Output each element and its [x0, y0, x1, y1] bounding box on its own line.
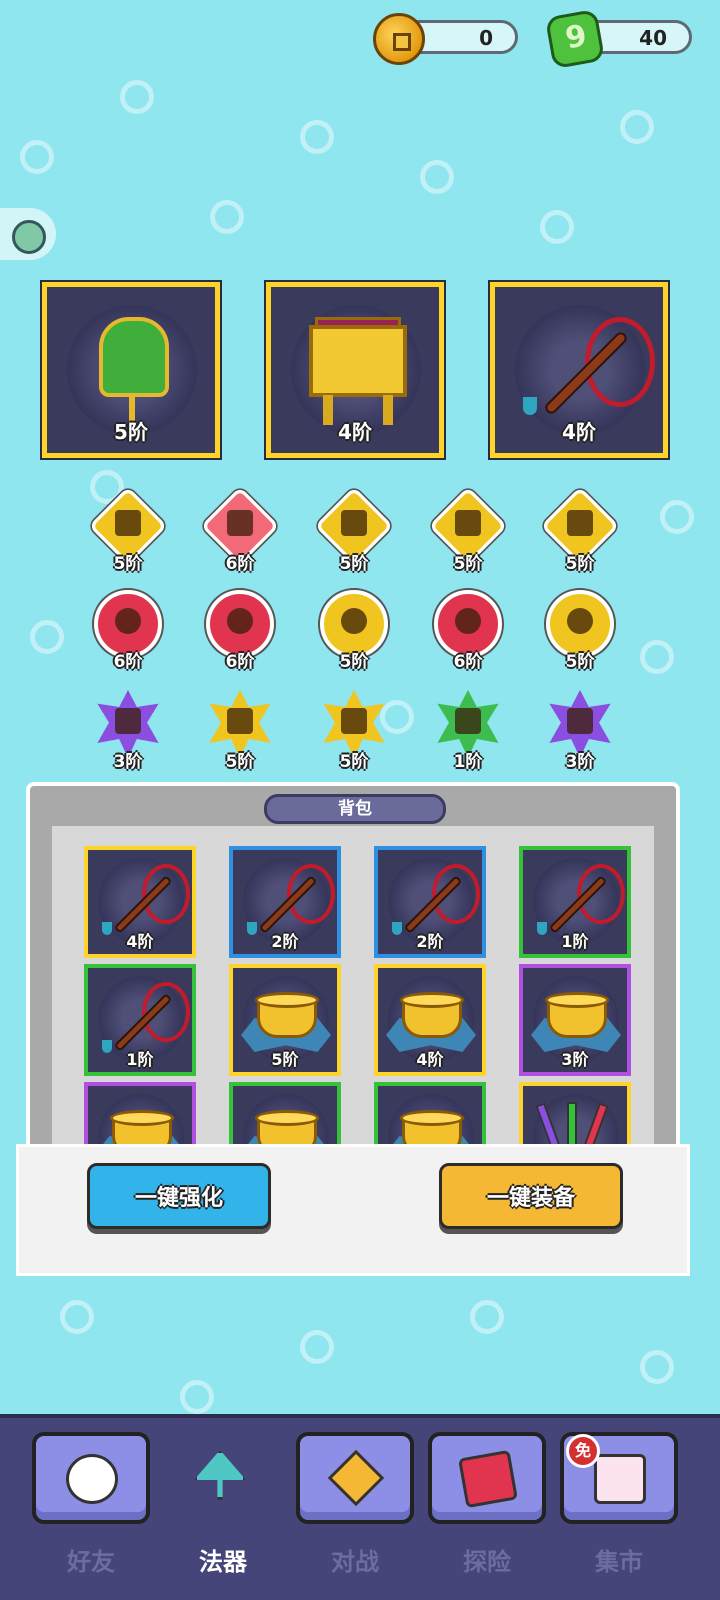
grade-label: 5阶: [114, 420, 148, 444]
grade-label: 1阶: [126, 1050, 154, 1069]
heart-icon: [455, 608, 481, 634]
backpack-title: 背包: [264, 794, 446, 824]
side-mascot-button[interactable]: [0, 208, 56, 260]
sword-icon: [227, 510, 253, 536]
shield-icon: [341, 510, 367, 536]
backpack-item-whip[interactable]: 4阶: [84, 846, 196, 958]
gem-slot[interactable]: 5阶: [314, 486, 394, 574]
grade-label: 4阶: [338, 420, 372, 444]
gem-slot[interactable]: 6阶: [200, 486, 280, 574]
gem-slot[interactable]: 6阶: [428, 584, 508, 672]
backpack-item-bowl[interactable]: 3阶: [519, 964, 631, 1076]
sword-icon: [115, 510, 141, 536]
coin-icon: [373, 13, 425, 65]
wing-icon: [455, 708, 481, 734]
sword-icon: [455, 510, 481, 536]
gem-slot[interactable]: 5阶: [540, 584, 620, 672]
grade-label: 1阶: [561, 932, 589, 951]
gem-slot[interactable]: 3阶: [540, 684, 620, 772]
gem-slot[interactable]: 6阶: [88, 584, 168, 672]
gem-slot[interactable]: 5阶: [314, 584, 394, 672]
gem-grade-label: 5阶: [453, 554, 483, 574]
tab-battle[interactable]: [296, 1432, 414, 1524]
shield-icon: [567, 510, 593, 536]
fan-icon: [99, 317, 169, 397]
gem-slot[interactable]: 6阶: [200, 584, 280, 672]
gem-grade-label: 1阶: [453, 752, 483, 772]
gem-grade-label: 5阶: [339, 652, 369, 672]
backpack-item-whip[interactable]: 1阶: [519, 846, 631, 958]
gem-grade-label: 6阶: [453, 652, 483, 672]
shop-icon: [594, 1454, 646, 1504]
grade-label: 4阶: [126, 932, 154, 951]
coin-value: 0: [479, 26, 493, 50]
backpack-item-whip[interactable]: 1阶: [84, 964, 196, 1076]
cauldron-icon: [309, 325, 407, 397]
card-icon: [458, 1449, 518, 1509]
paw-icon: [66, 1454, 118, 1504]
gem-grade-label: 6阶: [225, 652, 255, 672]
tab-explore-label: 探险: [463, 1548, 511, 1576]
wing-icon: [567, 708, 593, 734]
gem-slot[interactable]: 3阶: [88, 684, 168, 772]
gem-grade-label: 5阶: [225, 752, 255, 772]
clover-icon: [341, 608, 367, 634]
grade-label: 3阶: [561, 1050, 589, 1069]
tab-battle-label: 对战: [331, 1548, 379, 1576]
gem-grade-label: 5阶: [113, 554, 143, 574]
gem-grade-label: 5阶: [565, 652, 595, 672]
wing-icon: [115, 708, 141, 734]
equipped-slot-fan[interactable]: 5阶: [40, 280, 222, 460]
clover-icon: [115, 608, 141, 634]
gem-value: 40: [639, 26, 667, 50]
gem-grade-label: 3阶: [113, 752, 143, 772]
wing-icon: [341, 708, 367, 734]
equipped-slot-cauldron[interactable]: 4阶: [264, 280, 446, 460]
backpack-panel: 背包 4阶 2阶 2阶 1阶 1阶 5阶 4阶 3阶: [26, 782, 680, 1162]
gem-counter[interactable]: 40: [544, 8, 692, 70]
gem-slot[interactable]: 5阶: [88, 486, 168, 574]
grade-label: 2阶: [416, 932, 444, 951]
gem-slot[interactable]: 5阶: [540, 486, 620, 574]
backpack-item-whip[interactable]: 2阶: [229, 846, 341, 958]
coin-counter[interactable]: 0: [373, 13, 518, 65]
gem-grade-label: 5阶: [339, 752, 369, 772]
bottom-nav: 好友 法器 对战 探险 集市: [0, 1414, 720, 1600]
clover-icon: [567, 608, 593, 634]
tab-artifacts-label: 法器: [199, 1548, 247, 1576]
action-panel: 一键强化 一键装备: [16, 1144, 690, 1276]
gem-slot[interactable]: 5阶: [428, 486, 508, 574]
crossed-swords-icon: [327, 1449, 385, 1507]
umbrella-icon: [194, 1450, 246, 1500]
tab-artifacts[interactable]: [164, 1432, 282, 1524]
equipped-slot-whip[interactable]: 4阶: [488, 280, 670, 460]
backpack-item-bowl[interactable]: 4阶: [374, 964, 486, 1076]
gem-slot[interactable]: 1阶: [428, 684, 508, 772]
clover-icon: [227, 608, 253, 634]
gem-grade-label: 3阶: [565, 752, 595, 772]
tab-friends[interactable]: [32, 1432, 150, 1524]
upgrade-all-button[interactable]: 一键强化: [87, 1163, 271, 1229]
jade-gem-icon: [544, 8, 606, 70]
backpack-item-bowl[interactable]: 5阶: [229, 964, 341, 1076]
gem-slot[interactable]: 5阶: [314, 684, 394, 772]
grade-label: 5阶: [271, 1050, 299, 1069]
grade-label: 2阶: [271, 932, 299, 951]
gem-grade-label: 5阶: [339, 554, 369, 574]
backpack-item-whip[interactable]: 2阶: [374, 846, 486, 958]
grade-label: 4阶: [562, 420, 596, 444]
gem-grade-label: 5阶: [565, 554, 595, 574]
tab-market-label: 集市: [595, 1548, 643, 1576]
free-badge: 免: [566, 1434, 600, 1468]
equip-all-button[interactable]: 一键装备: [439, 1163, 623, 1229]
gem-grade-label: 6阶: [225, 554, 255, 574]
grade-label: 4阶: [416, 1050, 444, 1069]
wing-icon: [227, 708, 253, 734]
tab-explore[interactable]: [428, 1432, 546, 1524]
gem-slot[interactable]: 5阶: [200, 684, 280, 772]
tab-friends-label: 好友: [67, 1548, 115, 1576]
gem-grade-label: 6阶: [113, 652, 143, 672]
